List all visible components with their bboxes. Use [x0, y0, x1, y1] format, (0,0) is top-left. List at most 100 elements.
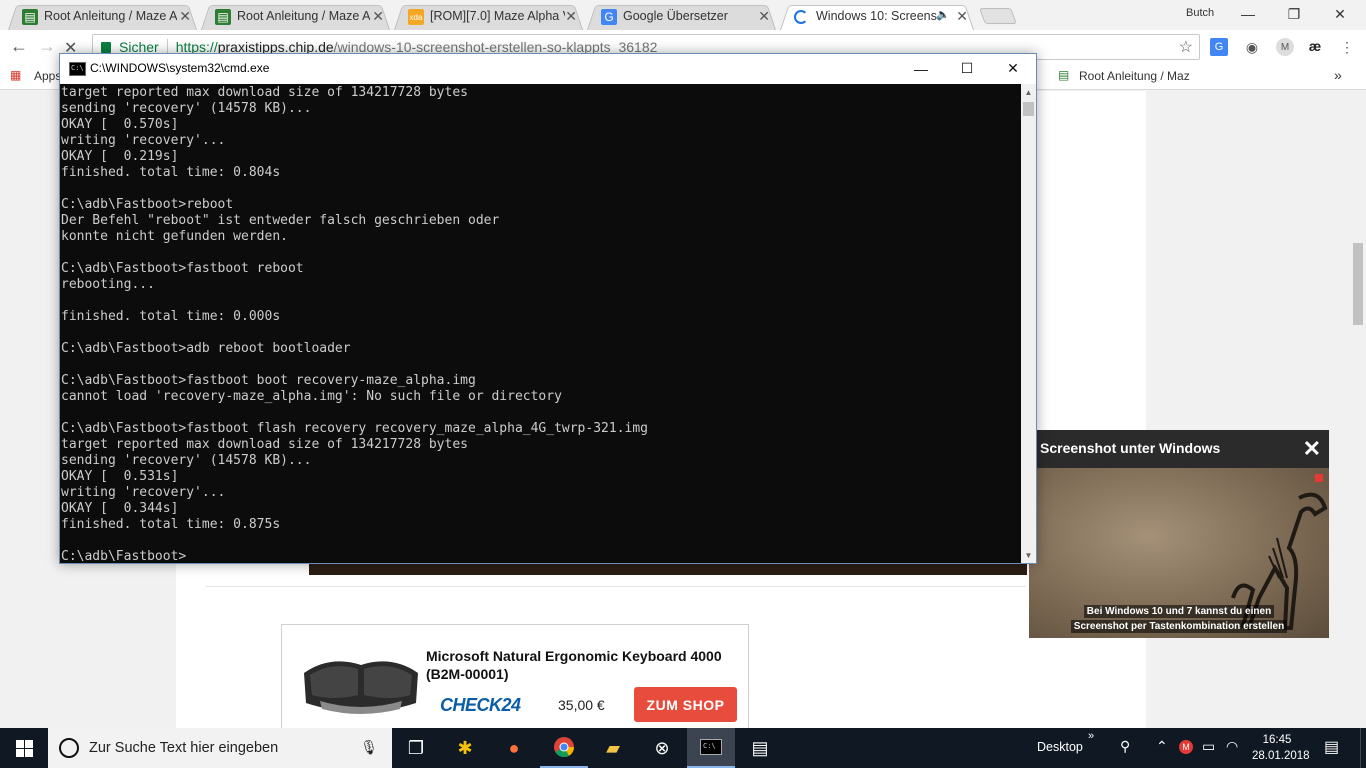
desktop-toolbar-label[interactable]: Desktop	[1037, 740, 1083, 754]
product-ad[interactable]: Microsoft Natural Ergonomic Keyboard 400…	[281, 624, 749, 728]
menu-icon[interactable]: ⋮	[1338, 38, 1356, 56]
battery-icon[interactable]: ▭	[1202, 738, 1215, 755]
translate-icon: G	[601, 9, 617, 25]
microphone-icon[interactable]: 🎙	[360, 739, 378, 756]
console-line: sending 'recovery' (14578 KB)...	[61, 453, 312, 468]
wifi-icon[interactable]: ◠	[1226, 738, 1238, 755]
m-extension-icon[interactable]: M	[1276, 38, 1294, 56]
browser-tab-strip: ▤ Root Anleitung / Maze A ✕ ▤ Root Anlei…	[0, 0, 1366, 30]
taskbar-search-box[interactable]: Zur Suche Text hier eingeben 🎙	[48, 728, 392, 768]
console-line: C:\adb\Fastboot>fastboot flash recovery …	[61, 421, 648, 436]
ghost-extension-icon[interactable]: ◉	[1243, 38, 1261, 56]
lock-icon	[101, 41, 111, 53]
maximize-icon[interactable]: ☐	[944, 54, 990, 83]
cmd-scrollbar-thumb[interactable]	[1023, 102, 1034, 116]
notepad-icon[interactable]: ▤	[736, 728, 784, 768]
search-placeholder: Zur Suche Text hier eingeben	[89, 740, 279, 756]
console-line: writing 'recovery'...	[61, 485, 226, 500]
document-icon: ▤	[22, 9, 38, 25]
console-line: C:\adb\Fastboot>fastboot boot recovery-m…	[61, 373, 476, 388]
translate-extension-icon[interactable]: G	[1210, 38, 1228, 56]
close-icon[interactable]: ✕	[565, 8, 577, 25]
bookmark-root-anleitung[interactable]: Root Anleitung / Maz	[1079, 69, 1190, 83]
close-icon[interactable]: ✕	[758, 8, 770, 25]
console-line: OKAY [ 0.344s]	[61, 501, 179, 516]
close-icon[interactable]: ✕	[990, 54, 1036, 83]
ae-extension-icon[interactable]: æ	[1306, 37, 1324, 55]
bookmark-apps[interactable]: Apps	[34, 69, 61, 83]
scroll-up-icon[interactable]: ▲	[1021, 84, 1036, 100]
audio-icon[interactable]: 🔈	[936, 8, 950, 21]
video-player[interactable]: Bei Windows 10 und 7 kannst du einen Scr…	[1029, 468, 1329, 638]
minimize-icon[interactable]: —	[1228, 4, 1268, 24]
cmd-titlebar[interactable]: C:\ C:\WINDOWS\system32\cmd.exe — ☐ ✕	[60, 54, 1036, 84]
tab-title: Root Anleitung / Maze A	[44, 9, 178, 23]
console-line: target reported max download size of 134…	[61, 85, 468, 100]
console-output[interactable]: target reported max download size of 134…	[60, 84, 1021, 563]
tab-google-uebersetzer[interactable]: G Google Übersetzer ✕	[579, 2, 784, 30]
taskbar: Zur Suche Text hier eingeben 🎙 ❐ ✱ ● ▰ ⊗…	[0, 728, 1366, 768]
xbox-icon[interactable]: ⊗	[638, 728, 686, 768]
chevron-up-icon[interactable]: ⌃	[1156, 738, 1168, 755]
task-view-icon[interactable]: ❐	[392, 728, 440, 768]
video-caption-line2: Screenshot per Tastenkombination erstell…	[1029, 617, 1329, 633]
back-arrow-icon[interactable]: ←	[10, 36, 28, 57]
tab-windows-10-screenshot[interactable]: Windows 10: Screens 🔈 ✕	[772, 2, 982, 30]
cmd-app-icon[interactable]: C:\	[69, 62, 86, 76]
scroll-down-icon[interactable]: ▼	[1021, 547, 1036, 563]
people-icon[interactable]: ⚲	[1120, 738, 1130, 755]
console-line: sending 'recovery' (14578 KB)...	[61, 101, 312, 116]
firefox-icon[interactable]: ●	[490, 728, 538, 768]
forward-arrow-icon[interactable]: →	[38, 36, 56, 57]
bookmarks-overflow[interactable]: »	[1334, 67, 1342, 83]
mega-icon[interactable]: M	[1179, 740, 1193, 754]
cmd-scrollbar[interactable]: ▲ ▼	[1021, 84, 1036, 563]
close-icon[interactable]: ✕	[372, 8, 384, 25]
profile-name[interactable]: Butch	[1186, 7, 1214, 19]
new-tab-button[interactable]	[979, 8, 1017, 24]
console-line: OKAY [ 0.531s]	[61, 469, 179, 484]
ad-product-title[interactable]: Microsoft Natural Ergonomic Keyboard 400…	[426, 647, 736, 683]
minimize-icon[interactable]: —	[898, 54, 944, 83]
tab-rom-maze-alpha[interactable]: xda [ROM][7.0] Maze Alpha V ✕	[386, 2, 591, 30]
tab-root-anleitung-1[interactable]: ▤ Root Anleitung / Maze A ✕	[0, 2, 205, 30]
console-line: finished. total time: 0.875s	[61, 517, 281, 532]
close-icon[interactable]: ✕	[1303, 438, 1321, 460]
cmd-taskbar-icon[interactable]: C:\	[687, 728, 735, 768]
page-scrollbar-thumb[interactable]	[1353, 243, 1363, 325]
divider	[206, 586, 1026, 587]
xda-app-icon[interactable]: ✱	[441, 728, 489, 768]
console-line: cannot load 'recovery-maze_alpha.img': N…	[61, 389, 562, 404]
close-icon[interactable]: ✕	[956, 8, 968, 25]
file-explorer-icon[interactable]: ▰	[589, 728, 637, 768]
cmd-window[interactable]: C:\ C:\WINDOWS\system32\cmd.exe — ☐ ✕ ta…	[59, 53, 1037, 564]
start-button[interactable]	[0, 728, 48, 768]
restore-icon[interactable]: ❐	[1274, 4, 1314, 24]
document-icon: ▤	[1058, 68, 1070, 82]
close-window-icon[interactable]: ✕	[1320, 4, 1360, 24]
clock-date: 28.01.2018	[1252, 750, 1310, 762]
document-icon: ▤	[215, 9, 231, 25]
chrome-icon[interactable]	[540, 728, 588, 768]
action-center-icon[interactable]: ▤	[1324, 737, 1339, 757]
cmd-window-title: C:\WINDOWS\system32\cmd.exe	[90, 61, 270, 75]
tab-root-anleitung-2[interactable]: ▤ Root Anleitung / Maze A ✕	[193, 2, 398, 30]
star-icon[interactable]: ☆	[1179, 37, 1193, 57]
console-text: target reported max download size of 134…	[61, 85, 648, 563]
close-icon[interactable]: ✕	[179, 8, 191, 25]
taskbar-clock[interactable]: 16:45 28.01.2018	[1252, 732, 1310, 764]
video-title: Screenshot unter Windows	[1029, 430, 1329, 468]
ad-price: 35,00 €	[558, 697, 605, 713]
console-line: OKAY [ 0.219s]	[61, 149, 179, 164]
toolbar-overflow-icon[interactable]: »	[1088, 730, 1094, 742]
show-desktop-button[interactable]	[1360, 728, 1366, 768]
windows-logo-icon	[15, 739, 33, 757]
apps-icon[interactable]: ▦	[10, 68, 21, 82]
page-scrollbar[interactable]	[1349, 91, 1366, 728]
loading-icon	[794, 10, 808, 24]
zum-shop-button[interactable]: ZUM SHOP	[634, 687, 737, 722]
